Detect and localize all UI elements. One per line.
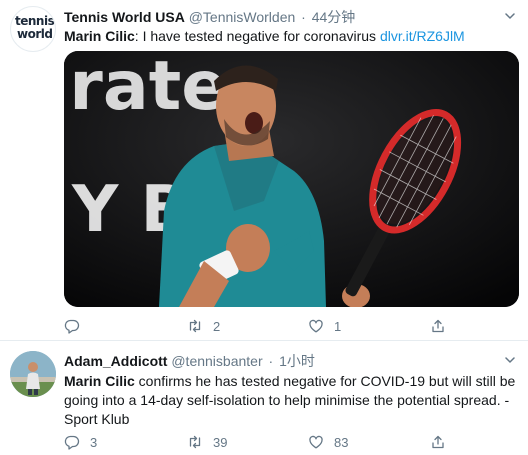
tweet-photo[interactable]: irates Y BE <box>64 51 519 307</box>
tweet[interactable]: tennis world Tennis World USA @TennisWor… <box>0 0 528 340</box>
reply-icon <box>64 435 80 450</box>
tweet-actions: 3 39 83 <box>64 432 454 452</box>
timestamp[interactable]: 44分钟 <box>312 9 356 25</box>
retweet-button[interactable]: 39 <box>187 432 227 452</box>
reply-count: 3 <box>90 434 98 450</box>
author-name[interactable]: Adam_Addicott <box>64 353 167 369</box>
share-icon <box>432 435 444 449</box>
share-button[interactable] <box>430 432 456 452</box>
tweet-actions: 2 1 <box>64 316 454 336</box>
retweet-count: 39 <box>213 434 228 450</box>
avatar[interactable]: tennis world <box>10 6 56 52</box>
separator: · <box>268 353 274 369</box>
tweet-text-bold: Marin Cilic <box>64 28 135 44</box>
like-button[interactable]: 1 <box>308 316 341 336</box>
chevron-down-icon[interactable] <box>504 10 516 22</box>
tweet-text: Marin Cilic: I have tested negative for … <box>64 27 516 46</box>
reply-button[interactable]: 3 <box>64 432 97 452</box>
like-icon <box>309 319 323 333</box>
like-count: 1 <box>334 318 342 334</box>
reply-button[interactable] <box>64 316 90 336</box>
retweet-button[interactable]: 2 <box>187 316 220 336</box>
tweet-text: Marin Cilic confirms he has tested negat… <box>64 372 516 429</box>
tennis-world-logo: tennis world <box>15 14 55 41</box>
like-count: 83 <box>334 434 349 450</box>
reply-icon <box>64 319 80 334</box>
photo-tennis-player: irates Y BE <box>64 51 519 307</box>
like-icon <box>309 435 323 449</box>
timestamp[interactable]: 1小时 <box>279 353 315 369</box>
chevron-down-icon[interactable] <box>504 354 516 366</box>
avatar-photo <box>10 351 56 397</box>
author-handle[interactable]: @tennisbanter <box>171 353 262 369</box>
retweet-count: 2 <box>213 318 221 334</box>
tweet-header: Adam_Addicott @tennisbanter · 1小时 <box>64 352 315 370</box>
share-icon <box>432 319 444 333</box>
author-name[interactable]: Tennis World USA <box>64 9 185 25</box>
avatar[interactable] <box>10 351 56 397</box>
tweet-header: Tennis World USA @TennisWorlden · 44分钟 <box>64 8 355 26</box>
separator: · <box>301 9 306 25</box>
author-handle[interactable]: @TennisWorlden <box>189 9 296 25</box>
tweet-link[interactable]: dlvr.it/RZ6JlM <box>380 28 465 44</box>
tweet-text-bold: Marin Cilic <box>64 373 135 389</box>
like-button[interactable]: 83 <box>308 432 348 452</box>
share-button[interactable] <box>430 316 456 336</box>
retweet-icon <box>189 319 201 333</box>
tweet-text-body: : I have tested negative for coronavirus <box>134 28 380 44</box>
retweet-icon <box>189 435 201 449</box>
